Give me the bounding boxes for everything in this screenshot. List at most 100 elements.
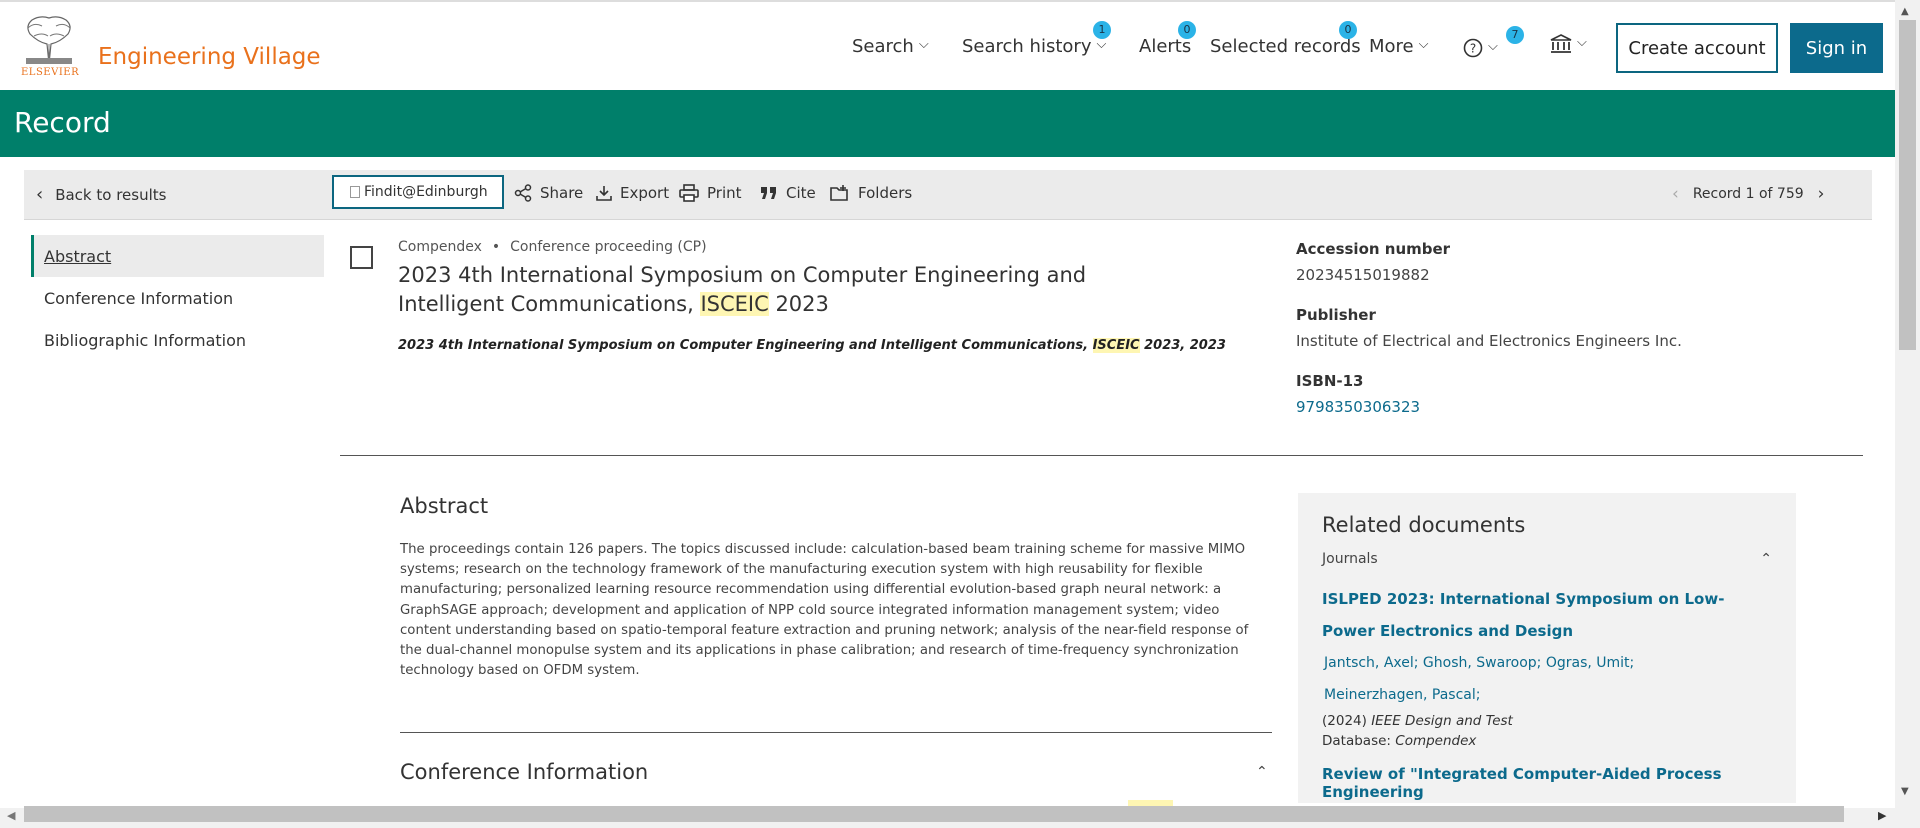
related-doc-1-authors[interactable]: Jantsch, Axel; Ghosh, Swaroop; Ogras, Um…	[1322, 647, 1772, 679]
quote-icon	[761, 187, 776, 199]
export-button[interactable]: Export	[596, 184, 669, 202]
record-details: Accession number 20234515019882 Publishe…	[1296, 240, 1856, 438]
related-heading: Related documents	[1322, 513, 1526, 537]
findit-label: Findit@Edinburgh	[364, 184, 488, 200]
alerts-badge: 0	[1178, 21, 1196, 39]
top-header: ELSEVIER Engineering Village Search ⌵ Sea…	[0, 0, 1895, 90]
record-source-text: 2023 4th International Symposium on Comp…	[398, 338, 1093, 353]
download-icon	[596, 186, 612, 201]
accession-label: Accession number	[1296, 240, 1451, 258]
section-nav-abstract[interactable]: Abstract	[31, 235, 324, 277]
related-doc-1-title[interactable]: ISLPED 2023: International Symposium on …	[1322, 583, 1772, 647]
record-toolbar: ‹ Back to results Findit@Edinburgh Share…	[24, 170, 1872, 220]
chevron-right-icon[interactable]: ›	[1818, 184, 1825, 204]
nav-selected-records-label: Selected records	[1210, 36, 1361, 57]
print-button[interactable]: Print	[679, 184, 742, 202]
abstract-text: The proceedings contain 126 papers. The …	[400, 542, 1249, 679]
scroll-right-arrow-icon[interactable]: ▶	[1878, 809, 1886, 822]
sign-in-button[interactable]: Sign in	[1790, 23, 1883, 73]
related-doc-1-journal: IEEE Design and Test	[1371, 713, 1513, 729]
folder-add-icon	[830, 185, 848, 201]
broken-image-icon	[350, 186, 360, 198]
section-nav-bibliographic[interactable]: Bibliographic Information	[31, 319, 324, 361]
record-title-highlight: ISCEIC	[700, 292, 769, 316]
back-to-results-link[interactable]: ‹ Back to results	[36, 184, 166, 205]
doc-type-label: Conference proceeding (CP)	[510, 239, 707, 255]
nav-search-history-label: Search history	[962, 36, 1092, 57]
nav-selected-records[interactable]: Selected records	[1210, 36, 1361, 57]
help-icon: ?	[1463, 38, 1483, 58]
section-nav-conference[interactable]: Conference Information	[31, 277, 324, 319]
export-label: Export	[620, 184, 670, 202]
nav-search[interactable]: Search ⌵	[852, 36, 929, 57]
nav-help[interactable]: ? ⌵	[1463, 38, 1498, 58]
record-source-text-end: 2023, 2023	[1139, 338, 1226, 353]
record-source-highlight: ISCEIC	[1092, 338, 1140, 353]
record-meta: Compendex • Conference proceeding (CP)	[398, 239, 707, 255]
back-to-results-label: Back to results	[55, 185, 167, 204]
related-section-journals[interactable]: Journals ⌃	[1322, 551, 1772, 567]
isbn-link[interactable]: 9798350306323	[1296, 398, 1856, 416]
pager-label: Record 1 of 759	[1692, 186, 1804, 202]
chevron-down-icon: ⌵	[1418, 37, 1429, 52]
folders-label: Folders	[858, 184, 913, 202]
cite-label: Cite	[786, 184, 816, 202]
related-doc-1-authors-2[interactable]: Meinerzhagen, Pascal;	[1322, 679, 1772, 711]
cite-button[interactable]: Cite	[760, 184, 816, 202]
record-title-text-end: 2023	[768, 292, 829, 316]
chevron-left-icon[interactable]: ‹	[1672, 184, 1679, 204]
elsevier-tree-icon	[20, 14, 78, 66]
vertical-scroll-thumb[interactable]	[1899, 20, 1916, 350]
share-icon	[514, 184, 532, 202]
svg-text:?: ?	[1470, 42, 1476, 56]
help-badge: 7	[1506, 26, 1524, 44]
nav-alerts-label: Alerts	[1139, 36, 1192, 57]
scroll-left-arrow-icon[interactable]: ◀	[7, 809, 15, 822]
chevron-up-icon[interactable]: ⌃	[1256, 764, 1268, 780]
related-doc-1-database: Database: Compendex	[1322, 731, 1772, 751]
related-doc-1-db: Compendex	[1395, 733, 1477, 749]
chevron-down-icon: ⌵	[918, 37, 929, 52]
conference-heading[interactable]: Conference Information	[400, 760, 648, 784]
publisher-label: Publisher	[1296, 306, 1376, 324]
printer-icon	[679, 184, 699, 202]
nav-institution[interactable]: ⌵	[1550, 34, 1587, 54]
nav-alerts[interactable]: Alerts	[1139, 36, 1191, 57]
institution-icon	[1550, 34, 1572, 53]
related-section-label: Journals	[1322, 551, 1378, 567]
horizontal-scroll-thumb[interactable]	[24, 806, 1844, 822]
page-band: Record	[0, 90, 1895, 157]
findit-button[interactable]: Findit@Edinburgh	[332, 175, 504, 209]
abstract-divider	[400, 732, 1272, 733]
create-account-button[interactable]: Create account	[1616, 23, 1778, 73]
scroll-down-arrow-icon[interactable]: ▼	[1901, 786, 1909, 797]
section-divider	[340, 455, 1863, 456]
select-record-checkbox[interactable]	[350, 246, 373, 269]
share-button[interactable]: Share	[514, 184, 583, 202]
page-title: Record	[14, 106, 111, 139]
nav-more[interactable]: More ⌵	[1369, 36, 1428, 57]
related-doc-1-year: (2024)	[1322, 713, 1372, 729]
related-doc-2-title[interactable]: Review of "Integrated Computer-Aided Pro…	[1322, 765, 1772, 801]
elsevier-logo[interactable]: ELSEVIER	[20, 14, 82, 78]
record-source: 2023 4th International Symposium on Comp…	[398, 338, 1226, 353]
chevron-down-icon: ⌵	[1577, 34, 1587, 50]
nav-search-label: Search	[852, 36, 914, 57]
chevron-up-icon: ⌃	[1760, 551, 1772, 567]
related-doc-1-source: (2024) IEEE Design and Test	[1322, 711, 1772, 731]
chevron-down-icon: ⌵	[1096, 37, 1107, 52]
nav-search-history[interactable]: Search history ⌵	[962, 36, 1106, 57]
isbn-label: ISBN-13	[1296, 372, 1364, 390]
abstract-heading: Abstract	[400, 494, 489, 518]
chevron-left-icon: ‹	[36, 184, 44, 205]
brand-name[interactable]: Engineering Village	[98, 44, 321, 70]
folders-button[interactable]: Folders	[830, 184, 912, 202]
chevron-down-icon: ⌵	[1488, 38, 1498, 54]
selected-records-badge: 0	[1339, 21, 1357, 39]
publisher-value: Institute of Electrical and Electronics …	[1296, 332, 1682, 350]
elsevier-wordmark: ELSEVIER	[21, 67, 80, 78]
related-doc-1-db-label: Database:	[1322, 733, 1396, 749]
related-documents-panel: Related documents Journals ⌃ ISLPED 2023…	[1298, 493, 1796, 803]
scroll-up-arrow-icon[interactable]: ▲	[1901, 6, 1909, 17]
record-pager: ‹ Record 1 of 759 ›	[1672, 184, 1824, 204]
